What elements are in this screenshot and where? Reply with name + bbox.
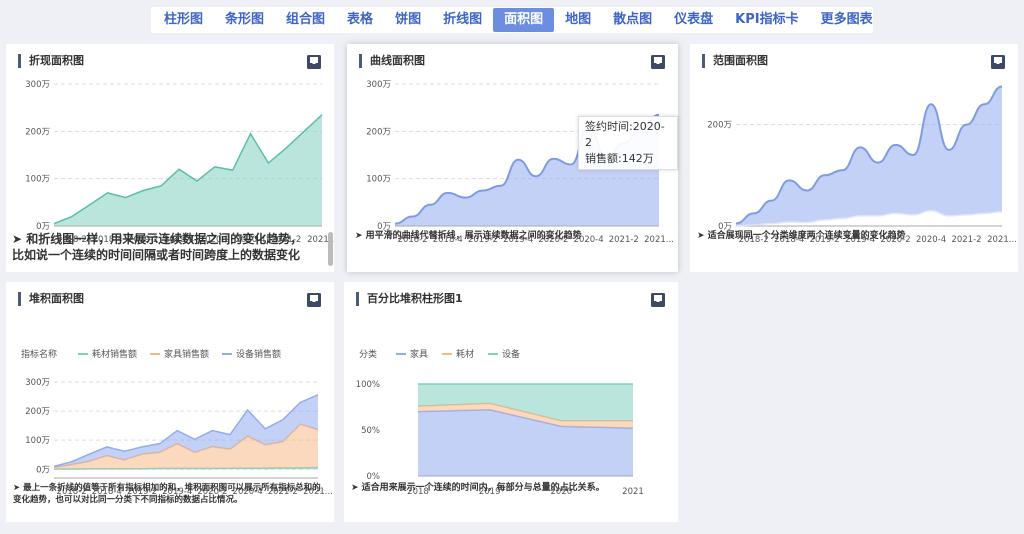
card-percent-area: 百分比堆积柱形图1 分类 家具 耗材 设备 0% 50% 100% 2018 2019 2020 2… — [344, 282, 678, 522]
card-title: 堆积面积图 — [18, 292, 84, 306]
description-scrollbar[interactable] — [328, 232, 333, 266]
legend-label: 耗材 — [456, 348, 474, 360]
y-tick-label: 300万 — [366, 80, 391, 90]
card-stacked-area: 堆积面积图 指标名称 耗材销售额 家具销售额 设备销售额 0万 100万 200万 300万 2… — [6, 282, 334, 522]
y-tick-label: 100% — [356, 380, 380, 390]
card-title: 曲线面积图 — [359, 54, 425, 68]
y-tick-label: 100万 — [25, 436, 50, 446]
tab-5[interactable]: 折线图 — [432, 8, 493, 32]
y-tick-label: 100万 — [25, 175, 50, 185]
tooltip-sales: 销售额:142万 — [585, 152, 654, 165]
card-description: ➤ 适合展现同一个分类维度两个连续变量的变化趋势 — [697, 231, 906, 241]
chart-stacked-area: 指标名称 耗材销售额 家具销售额 设备销售额0万100万200万300万2018-2 2… — [21, 348, 333, 497]
legend-label: 家具销售额 — [164, 348, 209, 360]
card-description: ➤ 最上一条折线的值等于所有指标相加的和，堆积面积图可以展示所有指标总和的变化趋… — [13, 483, 321, 505]
chart-percent-area: 分类 家具 耗材 设备0%50%100%2018 2019 2020 2021 — [356, 348, 644, 497]
legend-label: 耗材销售额 — [92, 348, 137, 360]
y-tick-label: 0% — [367, 472, 381, 482]
card-curve-area: 曲线面积图 0万 100万 200万 300万 2018-2 2018-4 2019-2 20… — [347, 44, 678, 272]
card-title: 范围面积图 — [702, 54, 768, 68]
tab-8[interactable]: 散点图 — [602, 8, 663, 32]
y-tick-label: 0万 — [36, 465, 50, 475]
tab-6[interactable]: 面积图 — [493, 8, 555, 32]
chart-type-tabs: 柱形图 条形图 组合图 表格 饼图 折线图 面积图 地图 散点图 仪表盘 KPI指标卡 更多图表 — [151, 7, 873, 33]
tab-0[interactable]: 柱形图 — [153, 8, 214, 32]
y-tick-label: 300万 — [25, 80, 50, 90]
tab-4[interactable]: 饼图 — [384, 8, 432, 32]
y-tick-label: 200万 — [25, 407, 50, 417]
chart-range-area: 0万200万2018-2 2018-4 2019-2 2019-4 2020-2 2020… — [707, 85, 1017, 244]
chart-line-area: 0万100万200万300万2018-2 2018-4 2019-2 2019-4 20… — [25, 80, 334, 244]
book-icon[interactable] — [650, 292, 666, 308]
y-tick-label: 100万 — [366, 175, 391, 185]
tooltip-time: 签约时间:2020-2 — [585, 120, 665, 149]
legend-title: 指标名称 — [21, 348, 57, 360]
tab-7[interactable]: 地图 — [554, 8, 602, 32]
legend-title: 分类 — [359, 348, 377, 360]
y-tick-label: 200万 — [25, 127, 50, 137]
tab-2[interactable]: 组合图 — [275, 8, 336, 32]
y-tick-label: 200万 — [707, 121, 732, 131]
card-title: 折现面积图 — [18, 54, 84, 68]
tab-1[interactable]: 条形图 — [214, 8, 275, 32]
tab-9[interactable]: 仪表盘 — [663, 8, 724, 32]
card-line-area: 折现面积图 0万 100万 200万 300万 2018-2 2018-4 2019-2 20… — [6, 44, 334, 272]
card-description: ➤ 和折线图一样，用来展示连续数据之间的变化趋势，比如说一个连续的时间间隔或者时… — [12, 232, 303, 262]
book-icon[interactable] — [306, 292, 322, 308]
legend-label: 家具 — [410, 348, 428, 360]
legend-label: 设备 — [502, 348, 520, 360]
card-description: ➤ 适合用来展示一个连续的时间内，每部分与总量的占比关系。 — [351, 483, 605, 493]
tab-10[interactable]: KPI指标卡 — [724, 8, 809, 32]
card-description: ➤ 用平滑的曲线代替折线，展示连续数据之间的变化趋势 — [355, 231, 582, 241]
card-title: 百分比堆积柱形图1 — [356, 292, 463, 306]
y-tick-label: 200万 — [366, 127, 391, 137]
tab-3[interactable]: 表格 — [336, 8, 384, 32]
y-tick-label: 50% — [361, 426, 380, 436]
book-icon[interactable] — [990, 54, 1006, 70]
tab-11[interactable]: 更多图表 — [810, 8, 884, 32]
book-icon[interactable] — [650, 54, 666, 70]
book-icon[interactable] — [306, 54, 322, 70]
legend-label: 设备销售额 — [236, 348, 281, 360]
y-tick-label: 300万 — [25, 378, 50, 388]
card-range-area: 范围面积图 0万 200万 2018-2 2018-4 2019-2 2019-4 2020… — [690, 44, 1018, 272]
chart-tooltip: 签约时间:2020-2 销售额:142万 — [578, 116, 678, 170]
